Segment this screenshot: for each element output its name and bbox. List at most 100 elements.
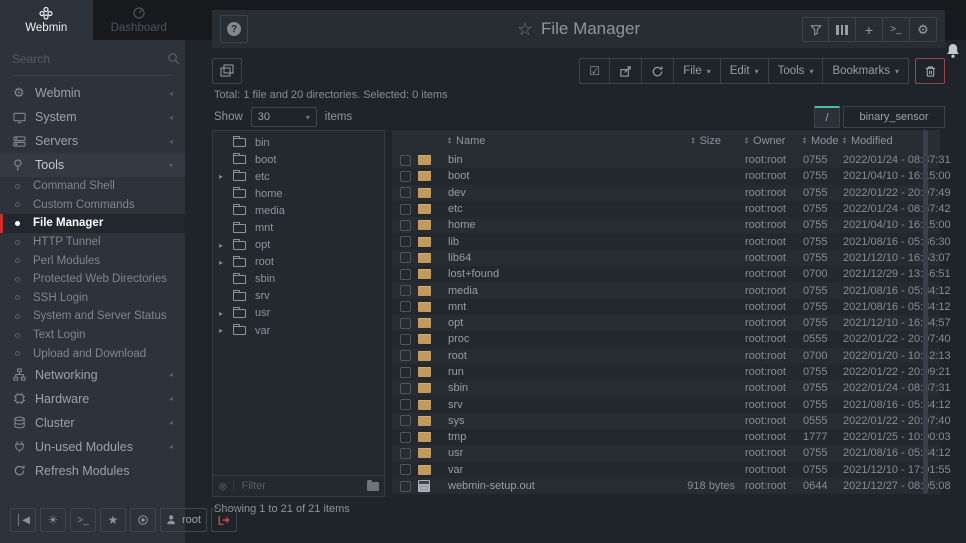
expand-arrow-icon[interactable]: ▸	[219, 258, 233, 267]
entry-name[interactable]: home	[448, 219, 625, 231]
table-row-sbin[interactable]: sbin root:root 0755 2022/01/24 - 08:37:3…	[392, 380, 940, 396]
row-checkbox[interactable]	[400, 236, 411, 247]
table-row-var[interactable]: var root:root 0755 2021/12/10 - 17:01:55	[392, 462, 940, 478]
sidebar-item-networking[interactable]: Networking ◂	[0, 363, 185, 387]
entry-name[interactable]: lib	[448, 236, 625, 248]
table-row-lost+found[interactable]: lost+found root:root 0700 2021/12/29 - 1…	[392, 266, 940, 282]
entry-name[interactable]: usr	[448, 447, 625, 459]
settings-button[interactable]: ⚙	[910, 17, 937, 42]
table-row-boot[interactable]: boot root:root 0755 2021/04/10 - 16:15:0…	[392, 168, 940, 184]
theme-button[interactable]: ☀	[40, 508, 66, 532]
tree-filter-input[interactable]	[241, 480, 367, 492]
sidebar-item-ssh-login[interactable]: SSH Login	[0, 289, 185, 308]
column-header-name[interactable]: ▴▾ Name	[448, 135, 625, 147]
entry-name[interactable]: media	[448, 285, 625, 297]
shell-button[interactable]: >_	[883, 17, 910, 42]
share-button[interactable]	[610, 58, 642, 84]
sidebar-item-system[interactable]: System ◂	[0, 105, 185, 129]
tree-item-root[interactable]: ▸ root	[213, 254, 384, 271]
menu-file[interactable]: File▾	[674, 58, 721, 84]
entry-name[interactable]: dev	[448, 187, 625, 199]
sidebar-item-custom-commands[interactable]: Custom Commands	[0, 196, 185, 215]
table-row-webmin-setup.out[interactable]: webmin-setup.out 918 bytes root:root 064…	[392, 478, 940, 494]
table-row-etc[interactable]: etc root:root 0755 2022/01/24 - 08:37:42	[392, 201, 940, 217]
row-checkbox[interactable]	[400, 252, 411, 263]
table-row-dev[interactable]: dev root:root 0755 2022/01/22 - 20:07:49	[392, 185, 940, 201]
table-row-lib64[interactable]: lib64 root:root 0755 2021/12/10 - 16:53:…	[392, 250, 940, 266]
terminal-button[interactable]: >_	[70, 508, 96, 532]
folder-button-icon[interactable]	[367, 482, 379, 491]
entry-name[interactable]: sys	[448, 415, 625, 427]
column-header-owner[interactable]: ▴▾ Owner	[735, 135, 803, 147]
select-all-button[interactable]: ☑	[579, 58, 610, 84]
sidebar-item-cluster[interactable]: Cluster ◂	[0, 411, 185, 435]
tree-item-mnt[interactable]: mnt	[213, 219, 384, 236]
entry-name[interactable]: tmp	[448, 431, 625, 443]
sidebar-item-servers[interactable]: Servers ◂	[0, 129, 185, 153]
row-checkbox[interactable]	[400, 220, 411, 231]
entry-name[interactable]: lost+found	[448, 268, 625, 280]
tree-item-opt[interactable]: ▸ opt	[213, 237, 384, 254]
table-row-lib[interactable]: lib root:root 0755 2021/08/16 - 05:36:30	[392, 233, 940, 249]
columns-button[interactable]	[829, 17, 856, 42]
row-checkbox[interactable]	[400, 187, 411, 198]
table-row-home[interactable]: home root:root 0755 2021/04/10 - 16:15:0…	[392, 217, 940, 233]
add-button[interactable]: +	[856, 17, 883, 42]
row-checkbox[interactable]	[400, 285, 411, 296]
table-row-bin[interactable]: bin root:root 0755 2022/01/24 - 08:37:31	[392, 152, 940, 168]
sidebar-item-unused-modules[interactable]: Un-used Modules ◂	[0, 435, 185, 459]
row-checkbox[interactable]	[400, 432, 411, 443]
row-checkbox[interactable]	[400, 301, 411, 312]
search-input[interactable]	[12, 52, 167, 66]
sidebar-item-protected-web-directories[interactable]: Protected Web Directories	[0, 270, 185, 289]
tree-item-home[interactable]: home	[213, 185, 384, 202]
sidebar-item-refresh-modules[interactable]: Refresh Modules	[0, 459, 185, 483]
collapse-sidebar-button[interactable]: │◀	[10, 508, 36, 532]
trash-button[interactable]	[915, 58, 945, 84]
column-header-modified[interactable]: ▴▾ Modified	[843, 135, 953, 147]
table-row-sys[interactable]: sys root:root 0555 2022/01/22 - 20:07:40	[392, 413, 940, 429]
row-checkbox[interactable]	[400, 481, 411, 492]
tree-item-etc[interactable]: ▸ etc	[213, 168, 384, 185]
entry-name[interactable]: var	[448, 464, 625, 476]
refresh-button[interactable]	[642, 58, 674, 84]
entry-name[interactable]: bin	[448, 154, 625, 166]
row-checkbox[interactable]	[400, 269, 411, 280]
column-header-mode[interactable]: ▴▾ Mode	[803, 135, 843, 147]
entry-name[interactable]: root	[448, 350, 625, 362]
table-row-opt[interactable]: opt root:root 0755 2021/12/10 - 16:54:57	[392, 315, 940, 331]
expand-arrow-icon[interactable]: ▸	[219, 326, 233, 335]
sidebar-item-hardware[interactable]: Hardware ◂	[0, 387, 185, 411]
table-row-root[interactable]: root root:root 0700 2022/01/20 - 10:42:1…	[392, 348, 940, 364]
table-row-run[interactable]: run root:root 0755 2022/01/22 - 20:09:21	[392, 364, 940, 380]
column-header-size[interactable]: ▴▾ Size	[625, 135, 735, 147]
entry-name[interactable]: run	[448, 366, 625, 378]
sidebar-item-command-shell[interactable]: Command Shell	[0, 177, 185, 196]
row-checkbox[interactable]	[400, 367, 411, 378]
row-checkbox[interactable]	[400, 171, 411, 182]
root-path-button[interactable]: /	[814, 106, 840, 128]
entry-name[interactable]: sbin	[448, 382, 625, 394]
tree-item-media[interactable]: media	[213, 202, 384, 219]
filter-button[interactable]	[802, 17, 829, 42]
table-row-tmp[interactable]: tmp root:root 1777 2022/01/25 - 10:00:03	[392, 429, 940, 445]
palette-button[interactable]	[130, 508, 156, 532]
entry-name[interactable]: srv	[448, 399, 625, 411]
clear-filter-icon[interactable]: ⊗	[218, 480, 227, 493]
row-checkbox[interactable]	[400, 204, 411, 215]
table-row-media[interactable]: media root:root 0755 2021/08/16 - 05:34:…	[392, 282, 940, 298]
row-checkbox[interactable]	[400, 464, 411, 475]
sidebar-item-upload-and-download[interactable]: Upload and Download	[0, 344, 185, 363]
sidebar-item-perl-modules[interactable]: Perl Modules	[0, 251, 185, 270]
expand-arrow-icon[interactable]: ▸	[219, 309, 233, 318]
new-window-button[interactable]	[212, 58, 242, 84]
page-size-select[interactable]: 30 ▾	[251, 107, 317, 127]
tree-item-srv[interactable]: srv	[213, 288, 384, 305]
menu-edit[interactable]: Edit▾	[721, 58, 769, 84]
entry-name[interactable]: proc	[448, 333, 625, 345]
entry-name[interactable]: mnt	[448, 301, 625, 313]
scrollbar[interactable]	[923, 130, 928, 494]
favorite-star-icon[interactable]: ☆	[517, 19, 533, 40]
row-checkbox[interactable]	[400, 383, 411, 394]
user-button[interactable]: root	[160, 508, 207, 532]
